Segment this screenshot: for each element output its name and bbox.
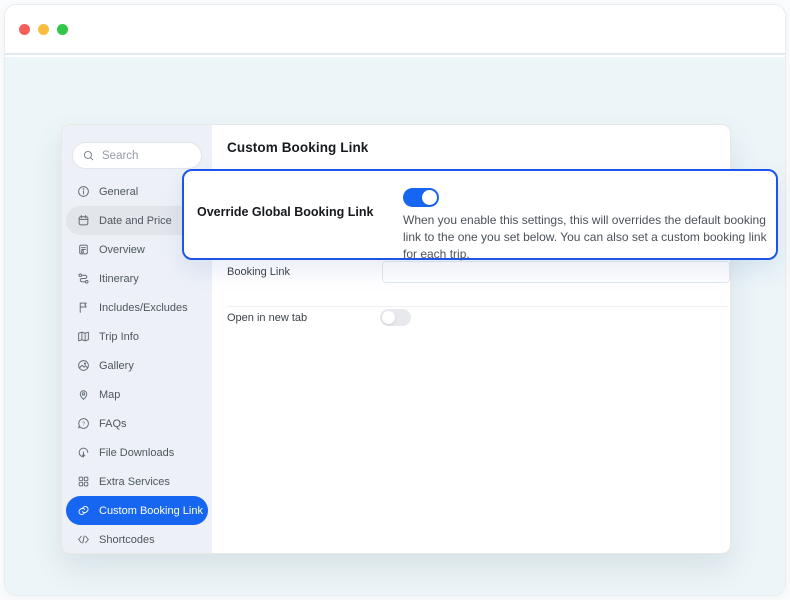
minimize-button[interactable] [38, 23, 49, 35]
sidebar-item-label: Shortcodes [99, 533, 155, 546]
override-label: Override Global Booking Link [197, 205, 374, 219]
sidebar-item-extra-services[interactable]: Extra Services [66, 467, 208, 496]
sidebar-item-itinerary[interactable]: Itinerary [66, 264, 208, 293]
close-button[interactable] [19, 23, 30, 35]
override-callout: Override Global Booking Link When you en… [182, 169, 778, 261]
search-box[interactable] [72, 142, 202, 169]
sidebar-item-label: FAQs [99, 417, 127, 430]
sidebar-item-label: Itinerary [99, 272, 139, 285]
page-title: Custom Booking Link [227, 140, 369, 155]
grid-icon [77, 475, 90, 488]
map-icon [77, 330, 90, 343]
screenshot-stage: General Date and Price Overview Itinerary In… [0, 0, 790, 600]
sidebar-item-label: Gallery [99, 359, 134, 372]
sidebar-item-shortcodes[interactable]: Shortcodes [66, 525, 208, 554]
booking-link-input[interactable] [382, 261, 730, 283]
flag-icon [77, 301, 90, 314]
svg-text:?: ? [82, 421, 85, 427]
document-icon [77, 243, 90, 256]
image-icon [77, 359, 90, 372]
sidebar-item-label: Includes/Excludes [99, 301, 188, 314]
link-icon [77, 504, 90, 517]
window-content: General Date and Price Overview Itinerary In… [5, 57, 785, 595]
panel-header: Custom Booking Link [212, 125, 730, 170]
sidebar-item-includes-excludes[interactable]: Includes/Excludes [66, 293, 208, 322]
sidebar-item-map[interactable]: Map [66, 380, 208, 409]
sidebar-item-label: File Downloads [99, 446, 175, 459]
row-divider [227, 306, 728, 307]
sidebar-item-file-downloads[interactable]: File Downloads [66, 438, 208, 467]
sidebar-item-label: Map [99, 388, 121, 401]
question-bubble-icon: ? [77, 417, 90, 430]
search-input[interactable] [102, 149, 190, 162]
sidebar-item-label: Extra Services [99, 475, 170, 488]
override-toggle[interactable] [403, 188, 439, 207]
sidebar-item-label: Trip Info [99, 330, 139, 343]
sidebar-item-custom-booking-link[interactable]: Custom Booking Link [66, 496, 208, 525]
route-icon [77, 272, 90, 285]
maximize-button[interactable] [57, 23, 68, 35]
open-new-tab-label: Open in new tab [227, 312, 308, 324]
sidebar-item-faqs[interactable]: ? FAQs [66, 409, 208, 438]
calendar-icon [77, 214, 90, 227]
sidebar-item-gallery[interactable]: Gallery [66, 351, 208, 380]
download-cloud-icon [77, 446, 90, 459]
titlebar [5, 5, 785, 55]
app-window: General Date and Price Overview Itinerary In… [4, 4, 786, 596]
override-help-text: When you enable this settings, this will… [403, 213, 767, 261]
toggle-knob [422, 190, 437, 205]
sidebar-item-label: General [99, 185, 139, 198]
search-icon [82, 149, 95, 162]
toggle-knob [382, 311, 395, 324]
pin-icon [77, 388, 90, 401]
code-icon [77, 533, 90, 546]
sidebar-item-trip-info[interactable]: Trip Info [66, 322, 208, 351]
sidebar-item-label: Date and Price [99, 214, 172, 227]
booking-link-label: Booking Link [227, 266, 290, 278]
open-new-tab-toggle[interactable] [380, 309, 411, 326]
info-icon [77, 185, 90, 198]
sidebar-item-label: Overview [99, 243, 145, 256]
sidebar-item-label: Custom Booking Link [99, 504, 203, 517]
